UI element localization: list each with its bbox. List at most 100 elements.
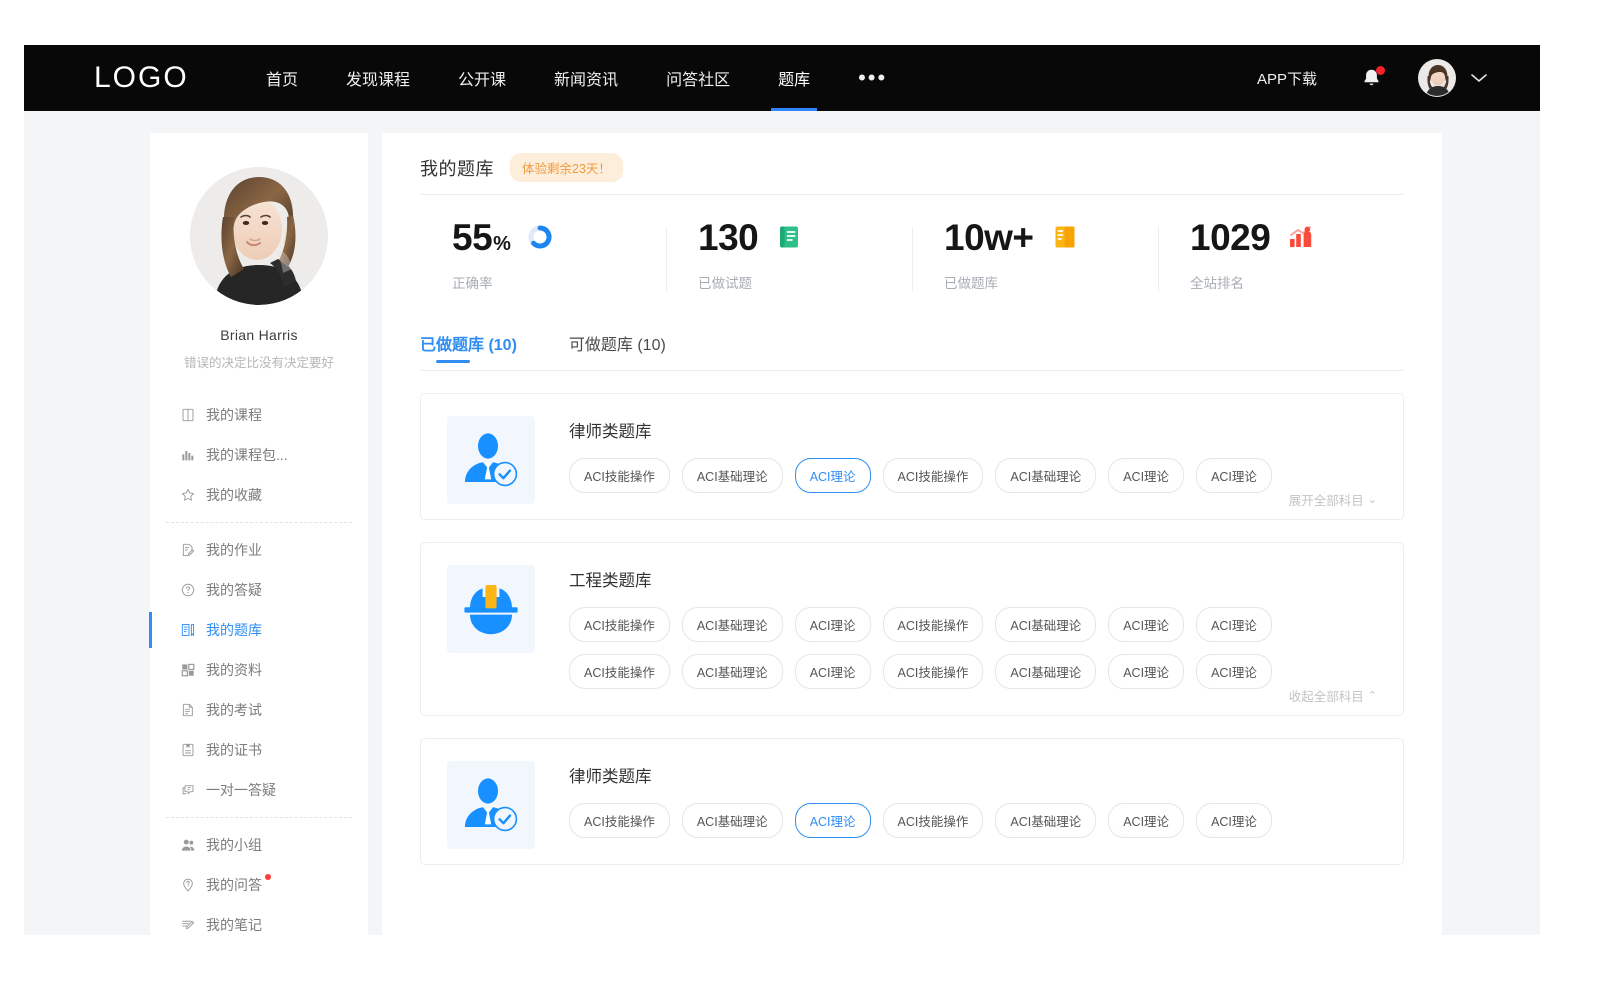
sidebar-item-label: 我的资料: [206, 660, 262, 680]
subject-tag-row: ACI技能操作 ACI基础理论 ACI理论 ACI技能操作 ACI基础理论 ACI理论 AC…: [569, 803, 1377, 838]
subject-tag[interactable]: ACI基础理论: [995, 654, 1096, 689]
subject-tag[interactable]: ACI基础理论: [995, 458, 1096, 493]
sidebar-item-1[interactable]: 我的课程包...: [150, 435, 368, 475]
nav-link-1[interactable]: 发现课程: [346, 45, 410, 111]
subject-tag[interactable]: ACI理论: [1196, 458, 1272, 493]
homework-icon: [180, 542, 196, 558]
question-bank-card: 律师类题库 ACI技能操作ACI基础理论ACI理论ACI技能操作ACI基础理论A…: [420, 738, 1404, 865]
stat-number: 10w+: [944, 217, 1034, 258]
subject-tag[interactable]: ACI技能操作: [569, 803, 670, 838]
subject-tag[interactable]: ACI技能操作: [883, 803, 984, 838]
subject-tag[interactable]: ACI理论: [1196, 803, 1272, 838]
sidebar-item-8[interactable]: 我的考试: [150, 690, 368, 730]
sidebar-item-10[interactable]: 一对一答疑: [150, 770, 368, 810]
tab-1[interactable]: 可做题库 (10): [569, 315, 666, 371]
subject-tag[interactable]: ACI基础理论: [682, 803, 783, 838]
sidebar-item-label: 我的答疑: [206, 580, 262, 600]
sidebar-menu: 我的课程我的课程包... 我的收藏我的作业我的答疑我的题库我的资料我的考试我的证书…: [150, 395, 368, 935]
sidebar-item-4[interactable]: 我的作业: [150, 530, 368, 570]
sidebar-item-14[interactable]: 我的笔记: [150, 905, 368, 935]
stat-number: 55: [452, 217, 492, 258]
nav-link-5[interactable]: 题库: [778, 45, 810, 111]
subject-tag[interactable]: ACI理论: [795, 654, 871, 689]
sidebar-item-9[interactable]: 我的证书: [150, 730, 368, 770]
page-body: Brian Harris 错误的决定比没有决定要好 我的课程我的课程包...我的…: [24, 111, 1540, 935]
subject-tag[interactable]: ACI基础理论: [995, 607, 1096, 642]
main-nav-links: 首页发现课程公开课新闻资讯问答社区题库: [266, 45, 858, 111]
nav-right-group: APP下载: [1257, 59, 1488, 97]
sidebar-divider: [166, 817, 352, 818]
expand-subjects-button[interactable]: 展开全部科目⌄: [1289, 490, 1377, 509]
subject-tag[interactable]: ACI技能操作: [569, 458, 670, 493]
stat-value: 10w+: [944, 219, 1035, 256]
site-logo[interactable]: LOGO: [94, 61, 214, 95]
sidebar-item-2[interactable]: 我的收藏: [150, 475, 368, 515]
user-avatar-button[interactable]: [1418, 59, 1456, 97]
profile-sidebar: Brian Harris 错误的决定比没有决定要好 我的课程我的课程包...我的…: [150, 133, 368, 935]
stat-value: 55%: [452, 219, 510, 256]
tab-0[interactable]: 已做题库 (10): [420, 315, 517, 371]
sidebar-item-label: 我的收藏: [206, 485, 262, 505]
unread-dot: [265, 874, 271, 880]
user-avatar: [1419, 60, 1456, 97]
subject-tag[interactable]: ACI理论: [1108, 803, 1184, 838]
subject-tag[interactable]: ACI理论: [1108, 607, 1184, 642]
more-nav-icon[interactable]: •••: [858, 73, 887, 83]
subject-tag[interactable]: ACI技能操作: [883, 654, 984, 689]
subject-tag[interactable]: ACI理论: [795, 458, 871, 493]
subject-tag[interactable]: ACI技能操作: [883, 458, 984, 493]
nav-link-0[interactable]: 首页: [266, 45, 298, 111]
location-question-icon: [180, 877, 196, 893]
stat-label: 已做试题: [698, 272, 912, 292]
chevron-icon: ⌃: [1368, 689, 1377, 702]
red-rank-chart-icon: [1288, 225, 1314, 249]
expand-subjects-button[interactable]: 收起全部科目⌃: [1289, 686, 1377, 705]
sidebar-item-0[interactable]: 我的课程: [150, 395, 368, 435]
subject-tag[interactable]: ACI理论: [795, 607, 871, 642]
sidebar-item-5[interactable]: 我的答疑: [150, 570, 368, 610]
subject-tag[interactable]: ACI技能操作: [883, 607, 984, 642]
sidebar-item-12[interactable]: 我的小组: [150, 825, 368, 865]
page-shell: LOGO 首页发现课程公开课新闻资讯问答社区题库 ••• APP下载: [24, 45, 1540, 935]
sidebar-item-label: 我的题库: [206, 620, 262, 640]
card-thumbnail: [447, 416, 535, 504]
sidebar-item-13[interactable]: 我的问答: [150, 865, 368, 905]
user-menu-chevron-button[interactable]: [1470, 72, 1488, 84]
subject-tag[interactable]: ACI理论: [1108, 458, 1184, 493]
sidebar-item-label: 我的考试: [206, 700, 262, 720]
subject-tag[interactable]: ACI理论: [1108, 654, 1184, 689]
sidebar-item-label: 我的课程包...: [206, 445, 288, 465]
sidebar-divider: [166, 522, 352, 523]
nav-link-3[interactable]: 新闻资讯: [554, 45, 618, 111]
yellow-book-icon: [1052, 224, 1078, 250]
subject-tag[interactable]: ACI基础理论: [682, 654, 783, 689]
nav-link-4[interactable]: 问答社区: [666, 45, 730, 111]
subject-tag[interactable]: ACI基础理论: [682, 458, 783, 493]
package-icon: [180, 447, 196, 463]
profile-user-motto: 错误的决定比没有决定要好: [150, 352, 368, 371]
location-question-icon: [180, 877, 196, 893]
main-header: 我的题库 体验剩余23天！: [420, 133, 1404, 195]
sidebar-item-7[interactable]: 我的资料: [150, 650, 368, 690]
subject-tag[interactable]: ACI理论: [1196, 607, 1272, 642]
subject-tag-row: ACI技能操作 ACI基础理论 ACI理论 ACI技能操作 ACI基础理论 ACI理论 AC…: [569, 654, 1377, 689]
note-pencil-icon: [180, 917, 196, 933]
subject-tag[interactable]: ACI理论: [795, 803, 871, 838]
stat-label: 已做题库: [944, 272, 1158, 292]
exam-paper-icon: [180, 702, 196, 718]
notification-bell-button[interactable]: [1361, 67, 1382, 89]
chat-bubble-icon: [180, 782, 196, 798]
subject-tag[interactable]: ACI技能操作: [569, 654, 670, 689]
subject-tag-row: ACI技能操作 ACI基础理论 ACI理论 ACI技能操作 ACI基础理论 ACI理论 AC…: [569, 607, 1377, 642]
subject-tag[interactable]: ACI理论: [1196, 654, 1272, 689]
chat-bubble-icon: [180, 782, 196, 798]
subject-tag[interactable]: ACI技能操作: [569, 607, 670, 642]
content-tabs: 已做题库 (10) 可做题库 (10): [420, 315, 1404, 371]
sidebar-item-6[interactable]: 我的题库: [150, 610, 368, 650]
app-download-link[interactable]: APP下载: [1257, 68, 1317, 89]
nav-link-2[interactable]: 公开课: [458, 45, 506, 111]
green-book-icon: [778, 225, 800, 249]
subject-tag[interactable]: ACI基础理论: [682, 607, 783, 642]
question-circle-icon: [180, 582, 196, 598]
subject-tag[interactable]: ACI基础理论: [995, 803, 1096, 838]
